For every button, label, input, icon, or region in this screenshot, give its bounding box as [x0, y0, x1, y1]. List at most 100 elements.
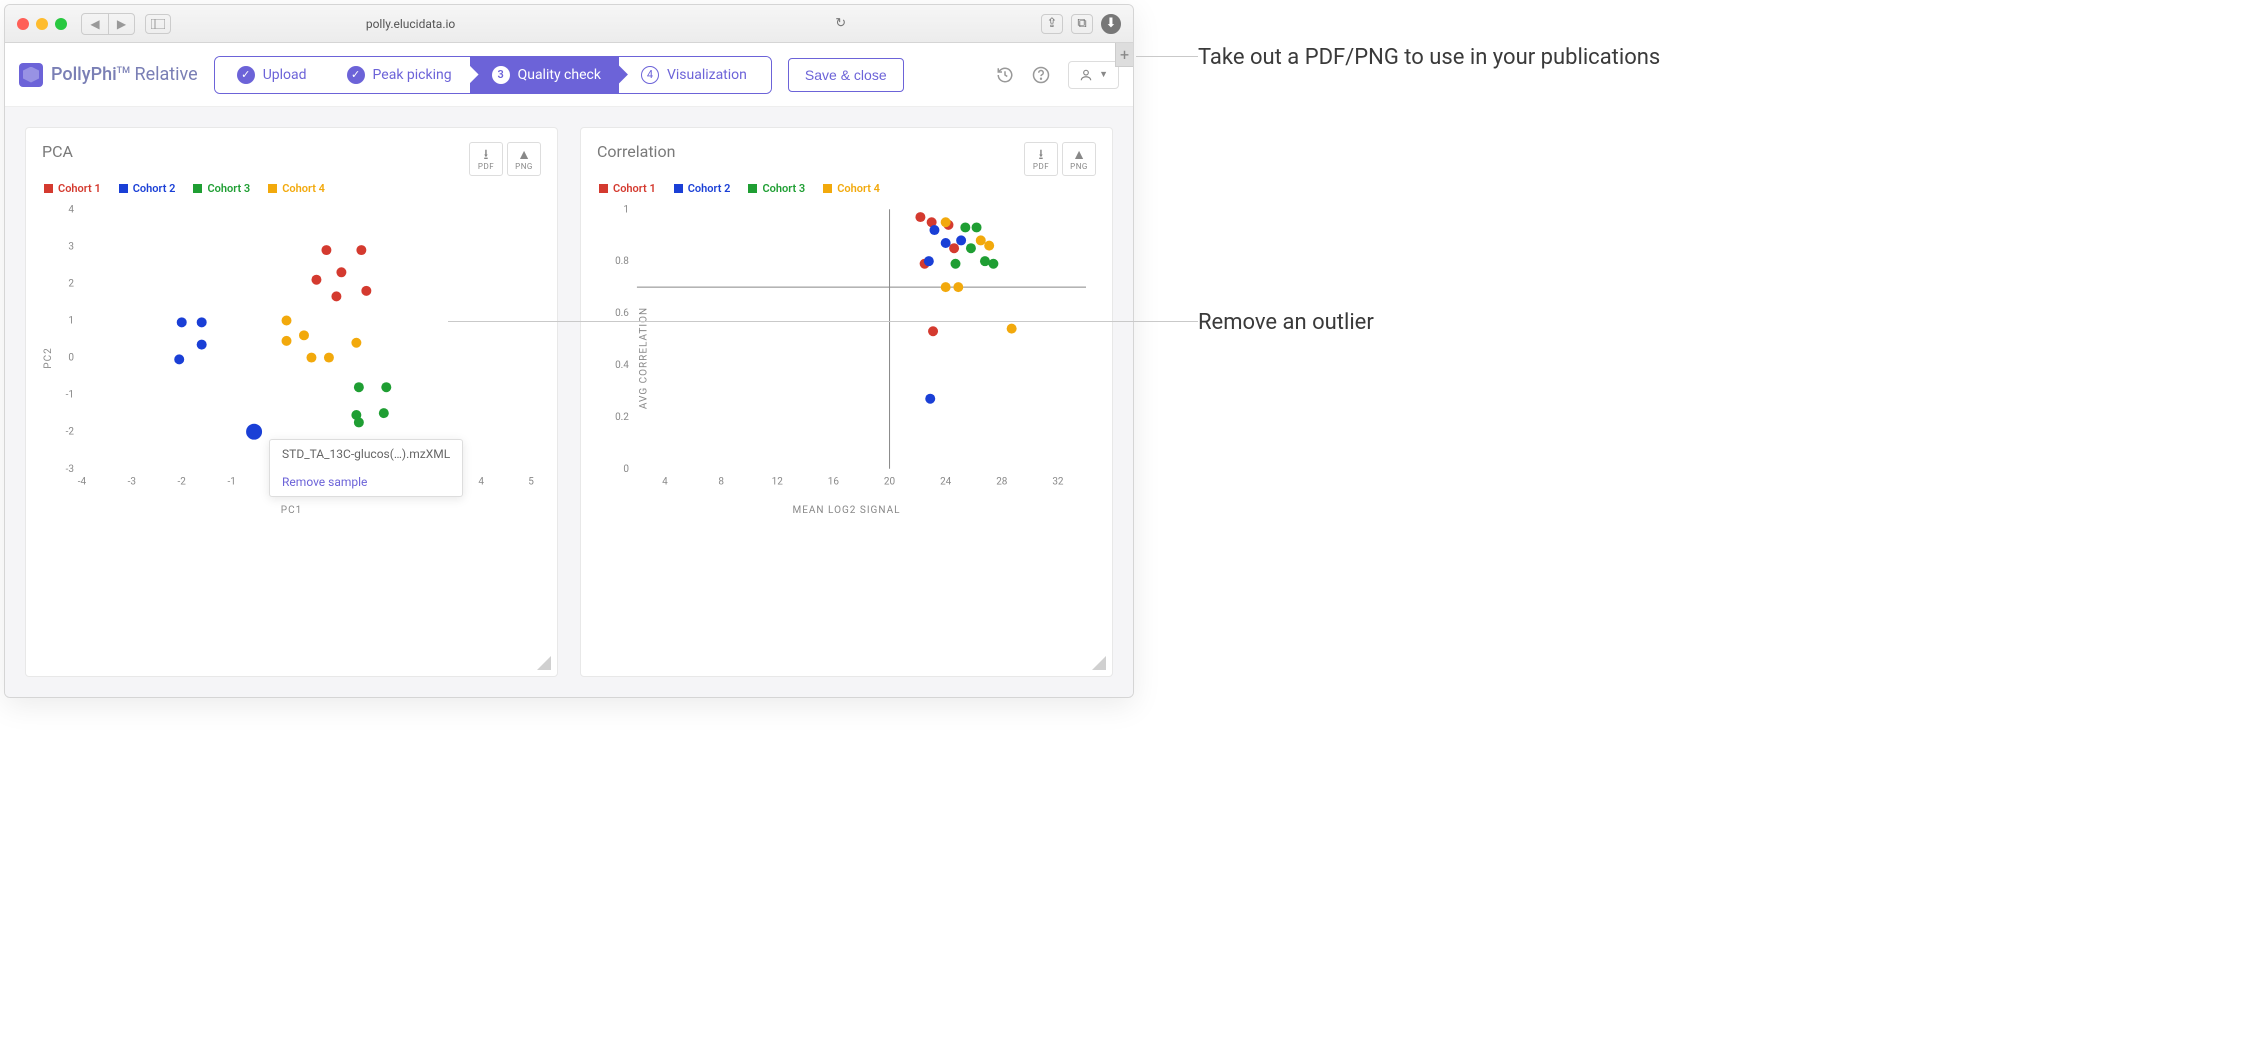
reload-icon[interactable]: ↻ — [835, 16, 846, 31]
data-point[interactable] — [956, 235, 966, 245]
data-point[interactable] — [951, 259, 961, 269]
data-point[interactable] — [941, 238, 951, 248]
data-point[interactable] — [988, 259, 998, 269]
user-menu[interactable]: ▼ — [1068, 61, 1119, 89]
legend-item[interactable]: Cohort 4 — [823, 182, 880, 195]
back-button[interactable]: ◀ — [82, 14, 108, 34]
pca-x-axis-label: PC1 — [42, 505, 541, 516]
help-icon[interactable] — [1032, 66, 1050, 84]
data-point[interactable] — [299, 330, 309, 340]
legend-item[interactable]: Cohort 1 — [599, 182, 656, 195]
legend-item[interactable]: Cohort 2 — [674, 182, 731, 195]
data-point[interactable] — [949, 243, 959, 253]
data-point[interactable] — [941, 282, 951, 292]
data-point[interactable] — [311, 275, 321, 285]
data-point[interactable] — [381, 382, 391, 392]
legend-label: Cohort 4 — [282, 182, 325, 195]
new-tab-button[interactable]: + — [1115, 43, 1133, 67]
annotation-panel: Take out a PDF/PNG to use in your public… — [1138, 0, 2244, 340]
data-point[interactable] — [174, 354, 184, 364]
step-number: 4 — [641, 66, 659, 84]
step-visualization[interactable]: 4 Visualization — [619, 57, 771, 93]
data-point[interactable] — [1007, 324, 1017, 334]
save-and-close-button[interactable]: Save & close — [788, 58, 904, 92]
step-label: Peak picking — [373, 67, 452, 83]
data-point[interactable] — [925, 394, 935, 404]
step-number: 3 — [492, 66, 510, 84]
step-peak-picking[interactable]: ✓ Peak picking — [325, 57, 470, 93]
data-point[interactable] — [928, 326, 938, 336]
minimize-window-icon[interactable] — [36, 18, 48, 30]
svg-text:28: 28 — [996, 477, 1008, 488]
tabs-icon[interactable]: ⧉ — [1071, 14, 1093, 34]
data-point[interactable] — [354, 382, 364, 392]
share-icon[interactable]: ⇪ — [1041, 14, 1063, 34]
export-pdf-button[interactable]: ⭳ PDF — [469, 142, 503, 176]
data-point[interactable] — [321, 245, 331, 255]
browser-window: ◀ ▶ polly.elucidata.io ↻ ⇪ ⧉ ⬇ + PollyPh… — [4, 4, 1134, 698]
correlation-card: Correlation ⭳ PDF ▲ PNG Cohort 1Cohort 2… — [580, 127, 1113, 677]
data-point[interactable] — [953, 282, 963, 292]
pca-legend: Cohort 1 Cohort 2 Cohort 3 Cohort 4 — [44, 182, 541, 195]
data-point[interactable] — [177, 317, 187, 327]
step-label: Quality check — [518, 67, 601, 83]
app-header: PollyPhiTM Relative ✓ Upload ✓ Peak pick… — [5, 43, 1133, 107]
data-point[interactable] — [941, 217, 951, 227]
export-png-button[interactable]: ▲ PNG — [1062, 142, 1096, 176]
maximize-window-icon[interactable] — [55, 18, 67, 30]
data-point[interactable] — [980, 256, 990, 266]
data-point[interactable] — [356, 245, 366, 255]
data-point[interactable] — [929, 225, 939, 235]
svg-text:-1: -1 — [66, 390, 74, 401]
legend-item[interactable]: Cohort 2 — [119, 182, 176, 195]
data-point[interactable] — [351, 338, 361, 348]
data-point[interactable] — [197, 317, 207, 327]
data-point[interactable] — [924, 256, 934, 266]
legend-item[interactable]: Cohort 3 — [193, 182, 250, 195]
data-point[interactable] — [966, 243, 976, 253]
svg-text:-1: -1 — [227, 477, 235, 488]
close-window-icon[interactable] — [17, 18, 29, 30]
sidebar-toggle[interactable] — [145, 14, 171, 34]
correlation-legend: Cohort 1 Cohort 2 Cohort 3 Cohort 4 — [599, 182, 1096, 195]
data-point[interactable] — [324, 353, 334, 363]
legend-item[interactable]: Cohort 4 — [268, 182, 325, 195]
data-point[interactable] — [972, 222, 982, 232]
data-point[interactable] — [354, 417, 364, 427]
data-point[interactable] — [336, 267, 346, 277]
address-bar-text[interactable]: polly.elucidata.io — [366, 17, 455, 31]
pca-title: PCA — [42, 142, 73, 161]
legend-swatch — [599, 184, 608, 193]
resize-handle[interactable] — [1092, 656, 1106, 670]
remove-sample-action[interactable]: Remove sample — [270, 468, 462, 496]
data-point[interactable] — [246, 424, 262, 440]
legend-item[interactable]: Cohort 1 — [44, 182, 101, 195]
data-point[interactable] — [197, 340, 207, 350]
sample-context-menu: STD_TA_13C-glucos(…).mzXML Remove sample — [269, 439, 463, 497]
step-quality-check[interactable]: 3 Quality check — [470, 57, 619, 93]
correlation-scatter-plot[interactable]: 00.20.40.60.8148121620242832 — [597, 199, 1096, 499]
export-png-button[interactable]: ▲ PNG — [507, 142, 541, 176]
forward-button[interactable]: ▶ — [108, 14, 134, 34]
data-point[interactable] — [361, 286, 371, 296]
data-point[interactable] — [984, 241, 994, 251]
svg-text:5: 5 — [528, 477, 534, 488]
export-pdf-button[interactable]: ⭳ PDF — [1024, 142, 1058, 176]
legend-item[interactable]: Cohort 3 — [748, 182, 805, 195]
legend-swatch — [674, 184, 683, 193]
data-point[interactable] — [282, 336, 292, 346]
data-point[interactable] — [915, 212, 925, 222]
data-point[interactable] — [960, 222, 970, 232]
downloads-icon[interactable]: ⬇ — [1101, 14, 1121, 34]
history-icon[interactable] — [996, 66, 1014, 84]
svg-text:-4: -4 — [78, 477, 87, 488]
svg-text:-3: -3 — [128, 477, 136, 488]
data-point[interactable] — [282, 315, 292, 325]
app-logo[interactable]: PollyPhiTM Relative — [19, 63, 198, 87]
resize-handle[interactable] — [537, 656, 551, 670]
data-point[interactable] — [379, 408, 389, 418]
data-point[interactable] — [976, 235, 986, 245]
data-point[interactable] — [306, 353, 316, 363]
step-upload[interactable]: ✓ Upload — [215, 57, 325, 93]
data-point[interactable] — [331, 291, 341, 301]
